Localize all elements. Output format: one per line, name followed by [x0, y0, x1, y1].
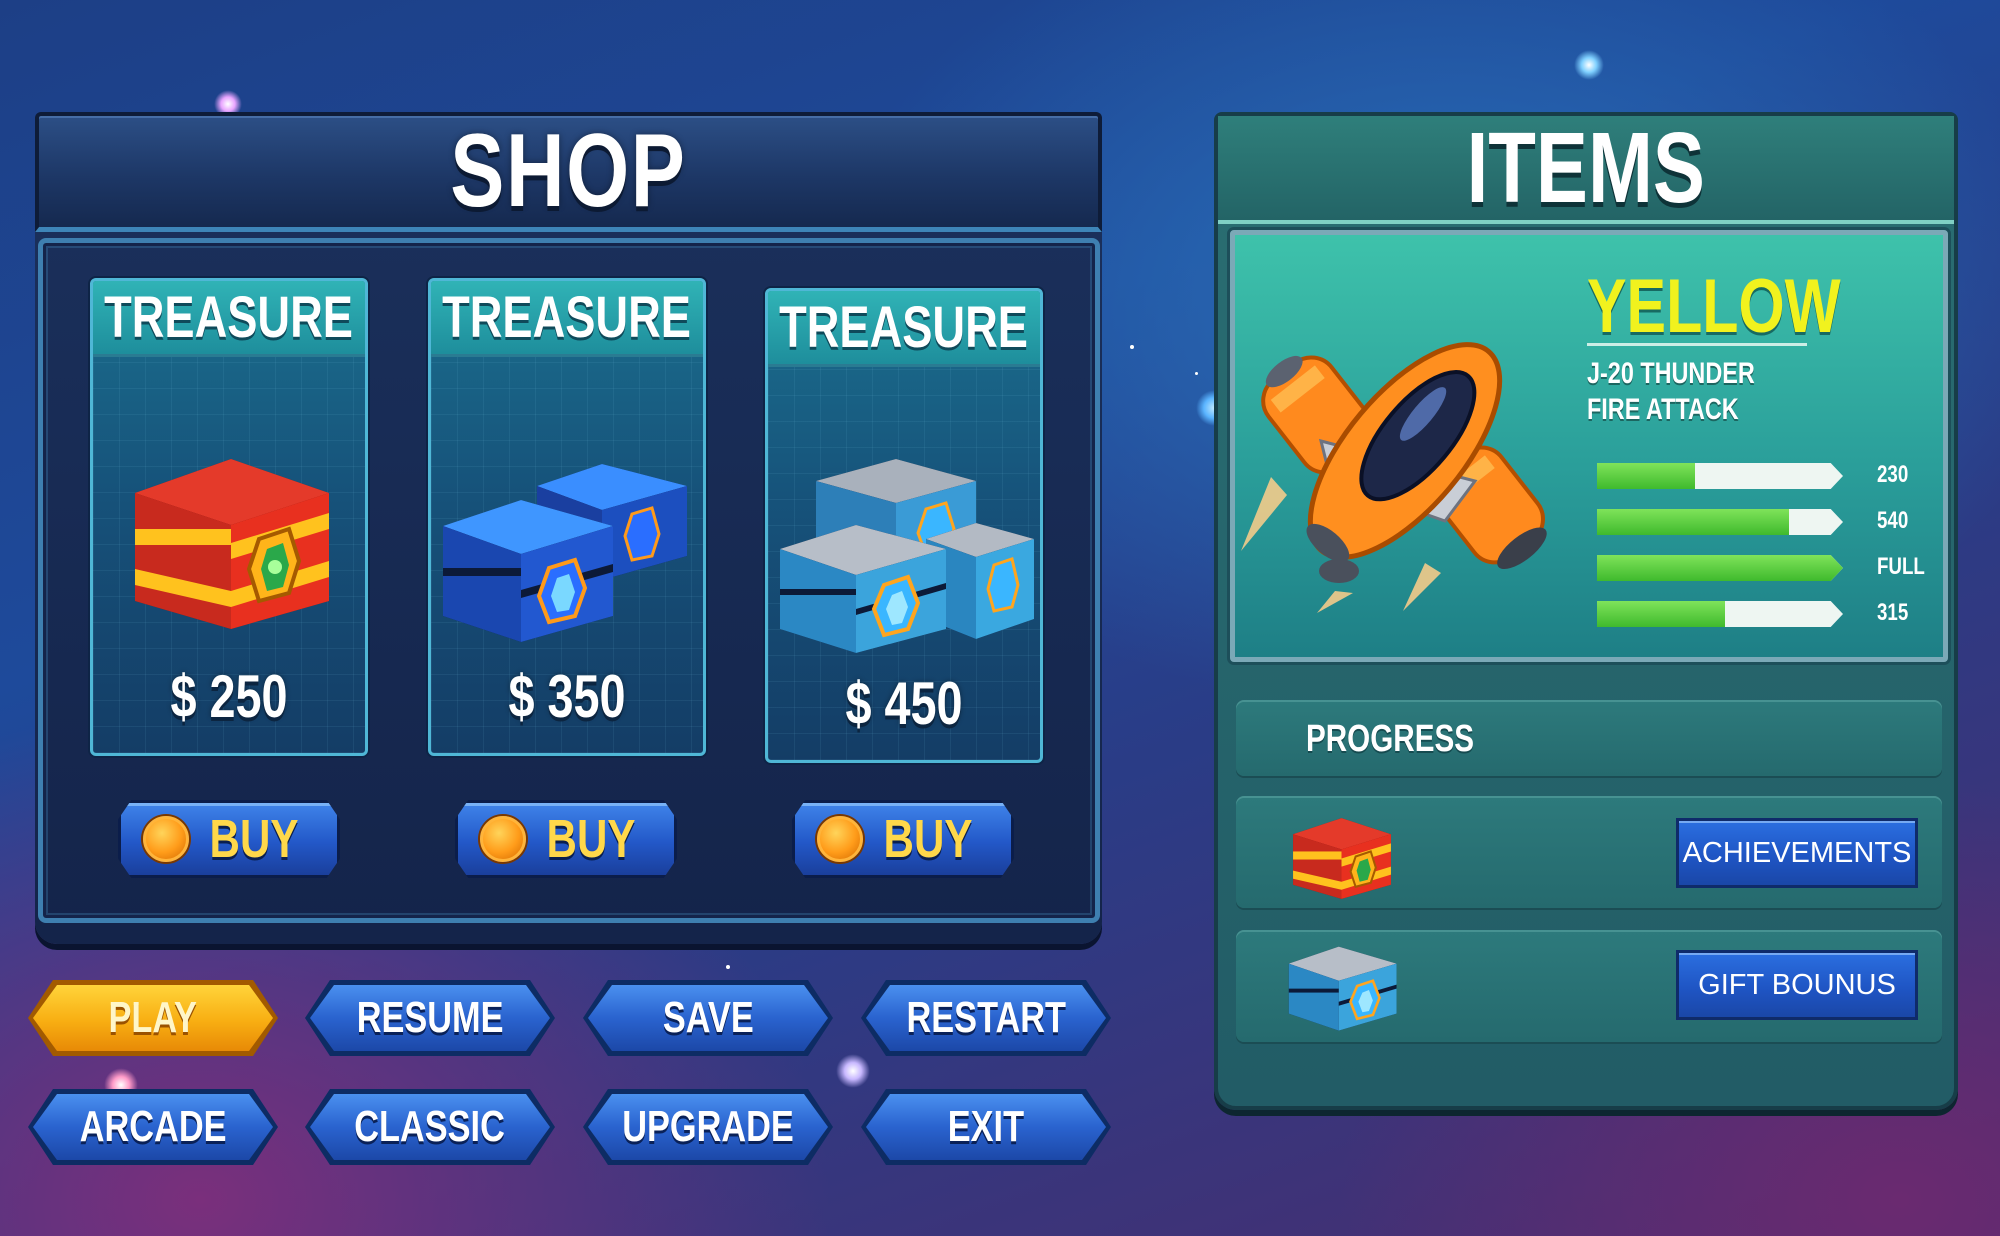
stat-bar-fill: [1597, 555, 1843, 581]
exit-button[interactable]: EXIT: [861, 1089, 1111, 1165]
shop-card-header: TREASURE: [431, 281, 703, 357]
exit-button-label: EXIT: [947, 1102, 1025, 1151]
save-button-label: SAVE: [662, 993, 754, 1042]
stat-row: 230: [1597, 461, 1943, 489]
upgrade-button-label: UPGRADE: [622, 1102, 794, 1151]
buy-button-2[interactable]: BUY: [455, 800, 677, 878]
gift-bonus-button[interactable]: GIFT BOUNUS: [1676, 950, 1918, 1020]
ship-name: YELLOW: [1587, 264, 1841, 349]
items-panel: ITEMS YELLOW J-20 THUNDER FIRE ATTACK 23…: [1214, 112, 1958, 1110]
buy-button-label: BUY: [546, 809, 636, 869]
buy-button-1[interactable]: BUY: [118, 800, 340, 878]
arcade-button[interactable]: ARCADE: [28, 1089, 278, 1165]
achievements-row: ACHIEVEMENTS: [1236, 796, 1942, 908]
classic-button[interactable]: CLASSIC: [305, 1089, 555, 1165]
shop-card-title: TREASURE: [442, 285, 692, 350]
stat-row: 540: [1597, 507, 1943, 535]
save-button[interactable]: SAVE: [583, 980, 833, 1056]
shop-card-2[interactable]: TREASURE $ 350: [428, 278, 706, 756]
shop-title: SHOP: [450, 113, 687, 229]
red-gold-chest-icon: [121, 451, 343, 631]
star: [1195, 372, 1198, 375]
upgrade-button[interactable]: UPGRADE: [583, 1089, 833, 1165]
coin-icon: [480, 816, 526, 862]
ship-card[interactable]: YELLOW J-20 THUNDER FIRE ATTACK 230 540 …: [1230, 230, 1948, 662]
spaceship-icon: [1235, 291, 1565, 621]
restart-button[interactable]: RESTART: [861, 980, 1111, 1056]
arcade-button-label: ARCADE: [79, 1102, 227, 1151]
shop-card-price: $ 450: [845, 670, 963, 737]
stat-value: 230: [1877, 461, 1909, 488]
stat-bar-fill: [1597, 509, 1789, 535]
coin-icon: [143, 816, 189, 862]
items-title: ITEMS: [1466, 111, 1706, 224]
stat-row: FULL: [1597, 553, 1943, 581]
items-header: ITEMS: [1218, 112, 1954, 224]
play-button[interactable]: PLAY: [28, 980, 278, 1056]
shop-card-price: $ 350: [508, 663, 626, 730]
shop-header: SHOP: [35, 112, 1102, 232]
shop-card-title: TREASURE: [779, 295, 1029, 360]
coin-icon: [817, 816, 863, 862]
buy-button-3[interactable]: BUY: [792, 800, 1014, 878]
star-glow: [1574, 50, 1604, 80]
shop-card-3[interactable]: TREASURE $ 450: [765, 288, 1043, 763]
progress-row: PROGRESS: [1236, 700, 1942, 776]
shop-card-price: $ 250: [170, 663, 288, 730]
resume-button-label: RESUME: [356, 993, 504, 1042]
stat-bar: [1597, 601, 1843, 627]
stat-bar: [1597, 463, 1843, 489]
star: [1130, 345, 1134, 349]
stat-value: 315: [1877, 599, 1909, 626]
restart-button-label: RESTART: [906, 993, 1066, 1042]
buy-button-label: BUY: [883, 809, 973, 869]
play-button-label: PLAY: [108, 993, 198, 1042]
stat-value: 540: [1877, 507, 1909, 534]
gift-bonus-button-label: GIFT BOUNUS: [1698, 968, 1896, 1001]
stat-row: 315: [1597, 599, 1943, 627]
progress-label: PROGRESS: [1306, 718, 1475, 760]
red-gold-chest-icon: [1286, 814, 1398, 900]
ship-model: J-20 THUNDER: [1587, 357, 1755, 390]
shop-card-header: TREASURE: [768, 291, 1040, 367]
stat-value: FULL: [1877, 553, 1925, 580]
achievements-button-label: ACHIEVEMENTS: [1682, 836, 1912, 869]
classic-button-label: CLASSIC: [354, 1102, 506, 1151]
stat-bar-fill: [1597, 463, 1696, 489]
resume-button[interactable]: RESUME: [305, 980, 555, 1056]
divider: [1587, 343, 1807, 346]
star: [726, 965, 730, 969]
stat-bar: [1597, 509, 1843, 535]
stat-bar-fill: [1597, 601, 1725, 627]
shop-card-header: TREASURE: [93, 281, 365, 357]
silver-chests-icon: [776, 453, 1038, 653]
star-glow: [836, 1054, 870, 1088]
gift-bonus-row: GIFT BOUNUS: [1236, 930, 1942, 1042]
silver-chest-icon: [1286, 940, 1398, 1032]
buy-button-label: BUY: [209, 809, 299, 869]
shop-card-1[interactable]: TREASURE $ 250: [90, 278, 368, 756]
blue-chests-icon: [437, 456, 699, 646]
shop-card-title: TREASURE: [104, 285, 354, 350]
stat-bar: [1597, 555, 1843, 581]
ship-ability: FIRE ATTACK: [1587, 393, 1739, 426]
achievements-button[interactable]: ACHIEVEMENTS: [1676, 818, 1918, 888]
